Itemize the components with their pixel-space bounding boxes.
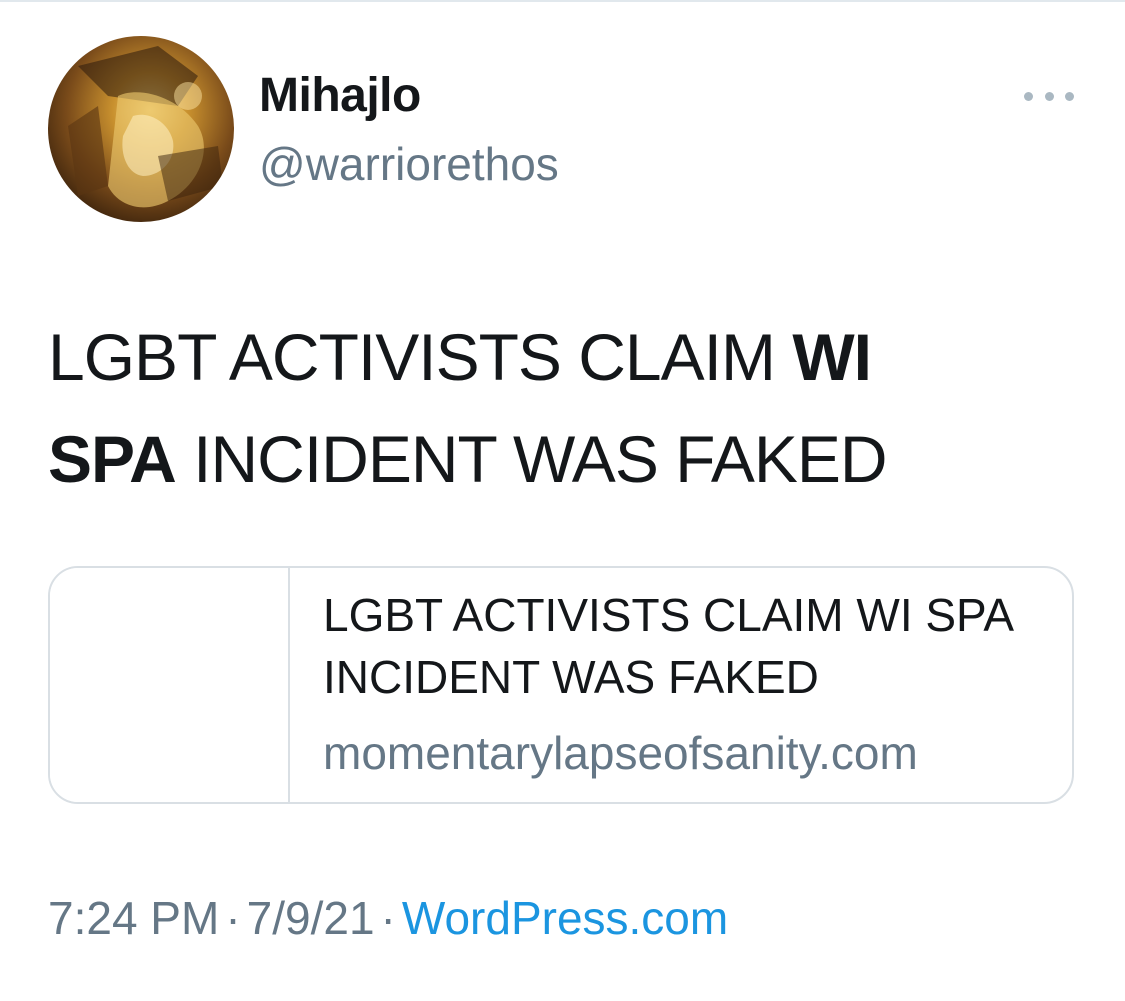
top-divider bbox=[0, 0, 1125, 2]
avatar[interactable] bbox=[48, 36, 234, 222]
more-options-icon[interactable] bbox=[1024, 84, 1074, 108]
link-card-thumbnail bbox=[50, 568, 290, 802]
more-dot bbox=[1024, 91, 1033, 101]
tweet-text-bold1: WI bbox=[792, 320, 872, 394]
meta-separator: · bbox=[380, 892, 396, 944]
tweet-text-part2: INCIDENT WAS FAKED bbox=[175, 422, 887, 496]
more-dot bbox=[1065, 91, 1074, 101]
tweet-text-part1: LGBT ACTIVISTS CLAIM bbox=[48, 320, 793, 394]
meta-separator: · bbox=[225, 892, 241, 944]
avatar-image bbox=[68, 46, 223, 208]
tweet-text: LGBT ACTIVISTS CLAIM WI SPA INCIDENT WAS … bbox=[48, 306, 1058, 510]
tweet-metadata: 7:24 PM · 7/9/21 · WordPress.com bbox=[48, 888, 728, 948]
tweet-date[interactable]: 7/9/21 bbox=[247, 892, 375, 944]
display-name[interactable]: Mihajlo bbox=[259, 68, 421, 124]
link-card-domain: momentarylapseofsanity.com bbox=[323, 727, 918, 779]
user-handle[interactable]: @warriorethos bbox=[259, 136, 559, 192]
link-preview-card[interactable]: LGBT ACTIVISTS CLAIM WI SPA INCIDENT WAS… bbox=[48, 566, 1074, 804]
link-card-title: LGBT ACTIVISTS CLAIM WI SPA INCIDENT WAS… bbox=[323, 589, 1012, 703]
tweet-time[interactable]: 7:24 PM bbox=[48, 892, 219, 944]
tweet-text-bold2: SPA bbox=[48, 422, 177, 496]
tweet-source-link[interactable]: WordPress.com bbox=[402, 892, 728, 944]
more-dot bbox=[1044, 91, 1054, 101]
